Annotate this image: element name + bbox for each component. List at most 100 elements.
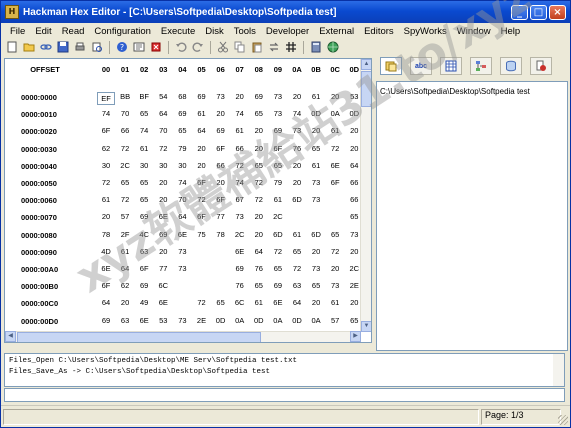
hex-byte[interactable]: 6E: [173, 230, 191, 239]
hex-byte[interactable]: 20: [250, 126, 268, 135]
hex-byte[interactable]: 66: [116, 126, 134, 135]
hex-byte[interactable]: 6E: [231, 247, 249, 256]
hex-byte[interactable]: 63: [116, 316, 134, 325]
hex-byte[interactable]: 30: [154, 161, 172, 170]
hex-byte[interactable]: 61: [135, 144, 153, 153]
hex-byte[interactable]: 73: [269, 109, 287, 118]
hex-byte[interactable]: 70: [154, 126, 172, 135]
hex-byte[interactable]: 6E: [154, 298, 172, 307]
hex-byte[interactable]: 6E: [269, 298, 287, 307]
hex-byte[interactable]: 20: [307, 298, 325, 307]
minimize-button[interactable]: _: [511, 4, 528, 20]
hex-byte[interactable]: 72: [154, 144, 172, 153]
hex-byte[interactable]: 2E: [193, 316, 211, 325]
hex-byte[interactable]: 69: [135, 281, 153, 290]
stop-button[interactable]: [149, 40, 163, 54]
tab-bookmarks[interactable]: [380, 57, 402, 75]
hex-byte[interactable]: 61: [326, 298, 344, 307]
hex-byte[interactable]: 66: [231, 144, 249, 153]
hex-byte[interactable]: 6D: [307, 230, 325, 239]
hex-byte[interactable]: 79: [269, 178, 287, 187]
hex-byte[interactable]: 72: [326, 247, 344, 256]
undo-button[interactable]: [174, 40, 188, 54]
hex-byte[interactable]: 61: [307, 161, 325, 170]
hex-byte[interactable]: 6F: [269, 144, 287, 153]
hex-byte[interactable]: 65: [307, 281, 325, 290]
hex-byte[interactable]: 72: [231, 161, 249, 170]
hex-byte[interactable]: 74: [97, 109, 115, 118]
hex-byte[interactable]: 65: [250, 281, 268, 290]
hex-byte[interactable]: 72: [193, 298, 211, 307]
hex-byte[interactable]: 0D: [212, 316, 230, 325]
hex-byte[interactable]: 0D: [250, 316, 268, 325]
hex-byte[interactable]: 72: [116, 195, 134, 204]
hex-byte[interactable]: 20: [116, 298, 134, 307]
scroll-left-arrow-icon[interactable]: ◀: [5, 331, 16, 342]
hex-byte[interactable]: 61: [231, 126, 249, 135]
hex-byte[interactable]: 30: [135, 161, 153, 170]
hex-byte[interactable]: 49: [135, 298, 153, 307]
redo-button[interactable]: [191, 40, 205, 54]
hex-byte[interactable]: 73: [269, 92, 287, 101]
link-button[interactable]: [39, 40, 53, 54]
hex-byte[interactable]: 65: [250, 109, 268, 118]
hex-byte[interactable]: 6F: [193, 212, 211, 221]
hex-byte[interactable]: 73: [326, 281, 344, 290]
scroll-right-arrow-icon[interactable]: ▶: [350, 331, 361, 342]
menu-external[interactable]: External: [314, 26, 359, 37]
hex-byte[interactable]: 70: [116, 109, 134, 118]
hex-byte[interactable]: 20: [193, 161, 211, 170]
hex-byte[interactable]: 72: [288, 264, 306, 273]
menu-developer[interactable]: Developer: [261, 26, 314, 37]
hex-byte[interactable]: 65: [173, 126, 191, 135]
hex-byte[interactable]: 20: [250, 230, 268, 239]
hex-byte[interactable]: 79: [173, 144, 191, 153]
replace-button[interactable]: [267, 40, 281, 54]
hex-grid[interactable]: OFFSET 00 01 02 03 04 05 06 07 08 09 0A 0B 0C 0D 0000…: [4, 58, 372, 343]
command-input[interactable]: [4, 388, 565, 402]
hex-byte[interactable]: 73: [307, 264, 325, 273]
hex-horizontal-scrollbar[interactable]: ◀ ▶: [5, 331, 361, 342]
hex-byte[interactable]: 69: [269, 126, 287, 135]
hex-byte[interactable]: 65: [135, 109, 153, 118]
hex-byte[interactable]: 64: [97, 298, 115, 307]
hex-byte[interactable]: 20: [193, 144, 211, 153]
hex-byte[interactable]: 6F: [193, 178, 211, 187]
hex-byte[interactable]: 64: [193, 126, 211, 135]
hex-byte[interactable]: 6F: [326, 178, 344, 187]
hex-byte[interactable]: 72: [97, 178, 115, 187]
grid-button[interactable]: [284, 40, 298, 54]
menu-execute[interactable]: Execute: [156, 26, 200, 37]
hex-byte[interactable]: 0A: [269, 316, 287, 325]
hex-byte[interactable]: 76: [288, 144, 306, 153]
hex-byte[interactable]: 0A: [326, 109, 344, 118]
hex-byte[interactable]: 6C: [231, 298, 249, 307]
globe-button[interactable]: [326, 40, 340, 54]
hex-byte[interactable]: 20: [288, 92, 306, 101]
properties-button[interactable]: [132, 40, 146, 54]
hex-vertical-scrollbar[interactable]: ▲ ▼: [360, 59, 371, 332]
menu-spyworks[interactable]: SpyWorks: [399, 26, 452, 37]
hex-byte[interactable]: 6F: [212, 144, 230, 153]
hex-byte[interactable]: 61: [307, 92, 325, 101]
hex-byte[interactable]: 54: [154, 92, 172, 101]
hex-byte[interactable]: 6C: [154, 281, 172, 290]
menu-configuration[interactable]: Configuration: [89, 26, 156, 37]
hex-byte[interactable]: 6E: [97, 264, 115, 273]
hex-byte[interactable]: 2C: [116, 161, 134, 170]
hex-byte[interactable]: 69: [212, 126, 230, 135]
title-bar[interactable]: H Hackman Hex Editor - [C:\Users\Softped…: [1, 1, 570, 23]
log-panel[interactable]: Files_Open C:\Users\Softpedia\Desktop\ME…: [4, 353, 565, 387]
tab-structure[interactable]: [470, 57, 492, 75]
menu-disk[interactable]: Disk: [200, 26, 228, 37]
hex-byte[interactable]: 6F: [135, 264, 153, 273]
hex-byte[interactable]: 20: [307, 247, 325, 256]
hex-byte[interactable]: 20: [212, 178, 230, 187]
hex-byte[interactable]: 67: [231, 195, 249, 204]
vertical-scroll-thumb[interactable]: [361, 71, 371, 107]
hex-byte[interactable]: 0A: [231, 316, 249, 325]
scroll-down-arrow-icon[interactable]: ▼: [361, 321, 371, 332]
hex-byte[interactable]: 73: [212, 92, 230, 101]
hex-byte[interactable]: 20: [212, 109, 230, 118]
hex-byte[interactable]: 2C: [231, 230, 249, 239]
